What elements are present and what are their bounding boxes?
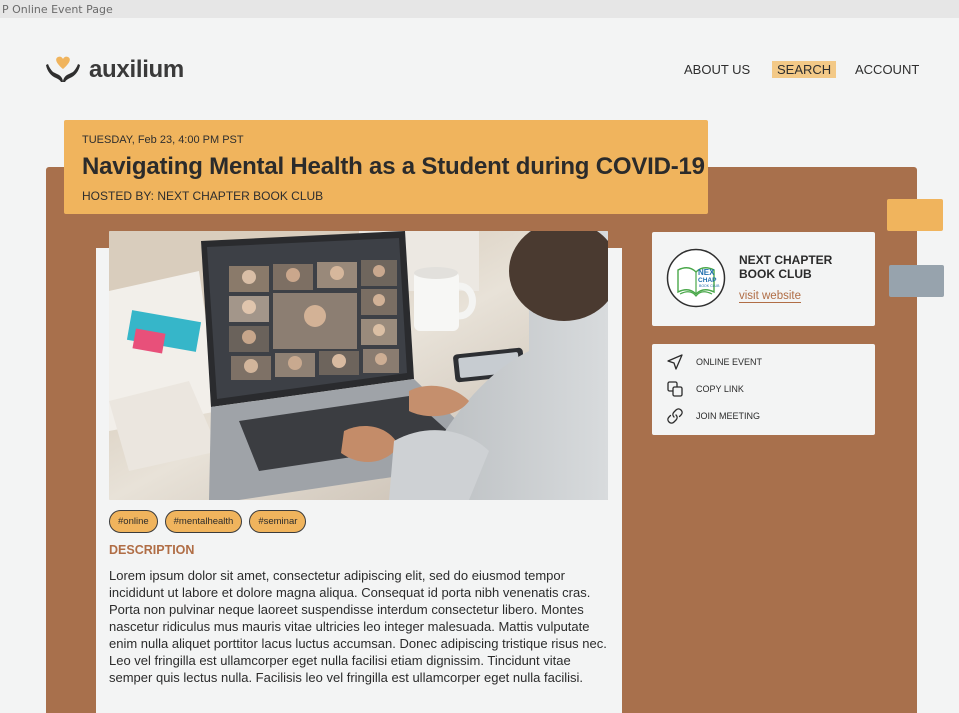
link-icon [667,408,683,424]
event-header: TUESDAY, Feb 23, 4:00 PM PST Navigating … [64,120,708,214]
event-date: TUESDAY, Feb 23, 4:00 PM PST [82,134,244,146]
navigation-arrow-icon [667,354,683,370]
window-title: P Online Event Page [2,3,113,16]
tag-online[interactable]: #online [109,510,158,533]
join-meeting-action[interactable]: JOIN MEETING [666,407,760,425]
brand-logo[interactable]: auxilium [45,56,184,84]
nav-account[interactable]: ACCOUNT [855,62,919,77]
description-heading: DESCRIPTION [109,543,195,557]
laptop-video-call-photo [109,231,608,500]
copy-link-label: COPY LINK [696,384,744,394]
online-event-label: ONLINE EVENT [696,357,763,367]
tag-seminar[interactable]: #seminar [249,510,307,533]
description-body: Lorem ipsum dolor sit amet, consectetur … [109,568,607,685]
brand-name: auxilium [89,56,184,83]
page: auxilium ABOUT US SEARCH ACCOUNT TUESDAY… [0,18,959,713]
svg-text:NEX: NEX [698,268,715,277]
copy-icon [667,381,683,397]
svg-text:BOOK CLUB: BOOK CLUB [699,284,720,288]
heart-in-hands-icon [46,56,80,82]
tag-mentalhealth[interactable]: #mentalhealth [164,510,243,533]
visit-website-link[interactable]: visit website [739,290,801,302]
tag-list: #online #mentalhealth #seminar [109,510,307,533]
book-club-logo: NEX CHAP BOOK CLUB [666,248,726,308]
host-name: NEXT CHAPTER BOOK CLUB [739,253,833,281]
nav-search[interactable]: SEARCH [772,61,837,78]
online-event-action[interactable]: ONLINE EVENT [666,353,762,371]
event-title: Navigating Mental Health as a Student du… [82,153,705,180]
event-host-line: HOSTED BY: NEXT CHAPTER BOOK CLUB [82,189,324,203]
event-actions-card: ONLINE EVENT COPY LINK JOIN MEETING [652,344,875,435]
event-photo [109,231,608,500]
copy-link-action[interactable]: COPY LINK [666,380,744,398]
svg-text:CHAP: CHAP [698,277,717,284]
host-card: NEX CHAP BOOK CLUB NEXT CHAPTER BOOK CLU… [652,232,875,326]
side-tab-secondary[interactable] [889,265,944,297]
nav-about-us[interactable]: ABOUT US [684,62,750,77]
side-tab-primary[interactable] [887,199,943,231]
window-titlebar: P Online Event Page [0,0,959,18]
join-meeting-label: JOIN MEETING [696,411,761,421]
